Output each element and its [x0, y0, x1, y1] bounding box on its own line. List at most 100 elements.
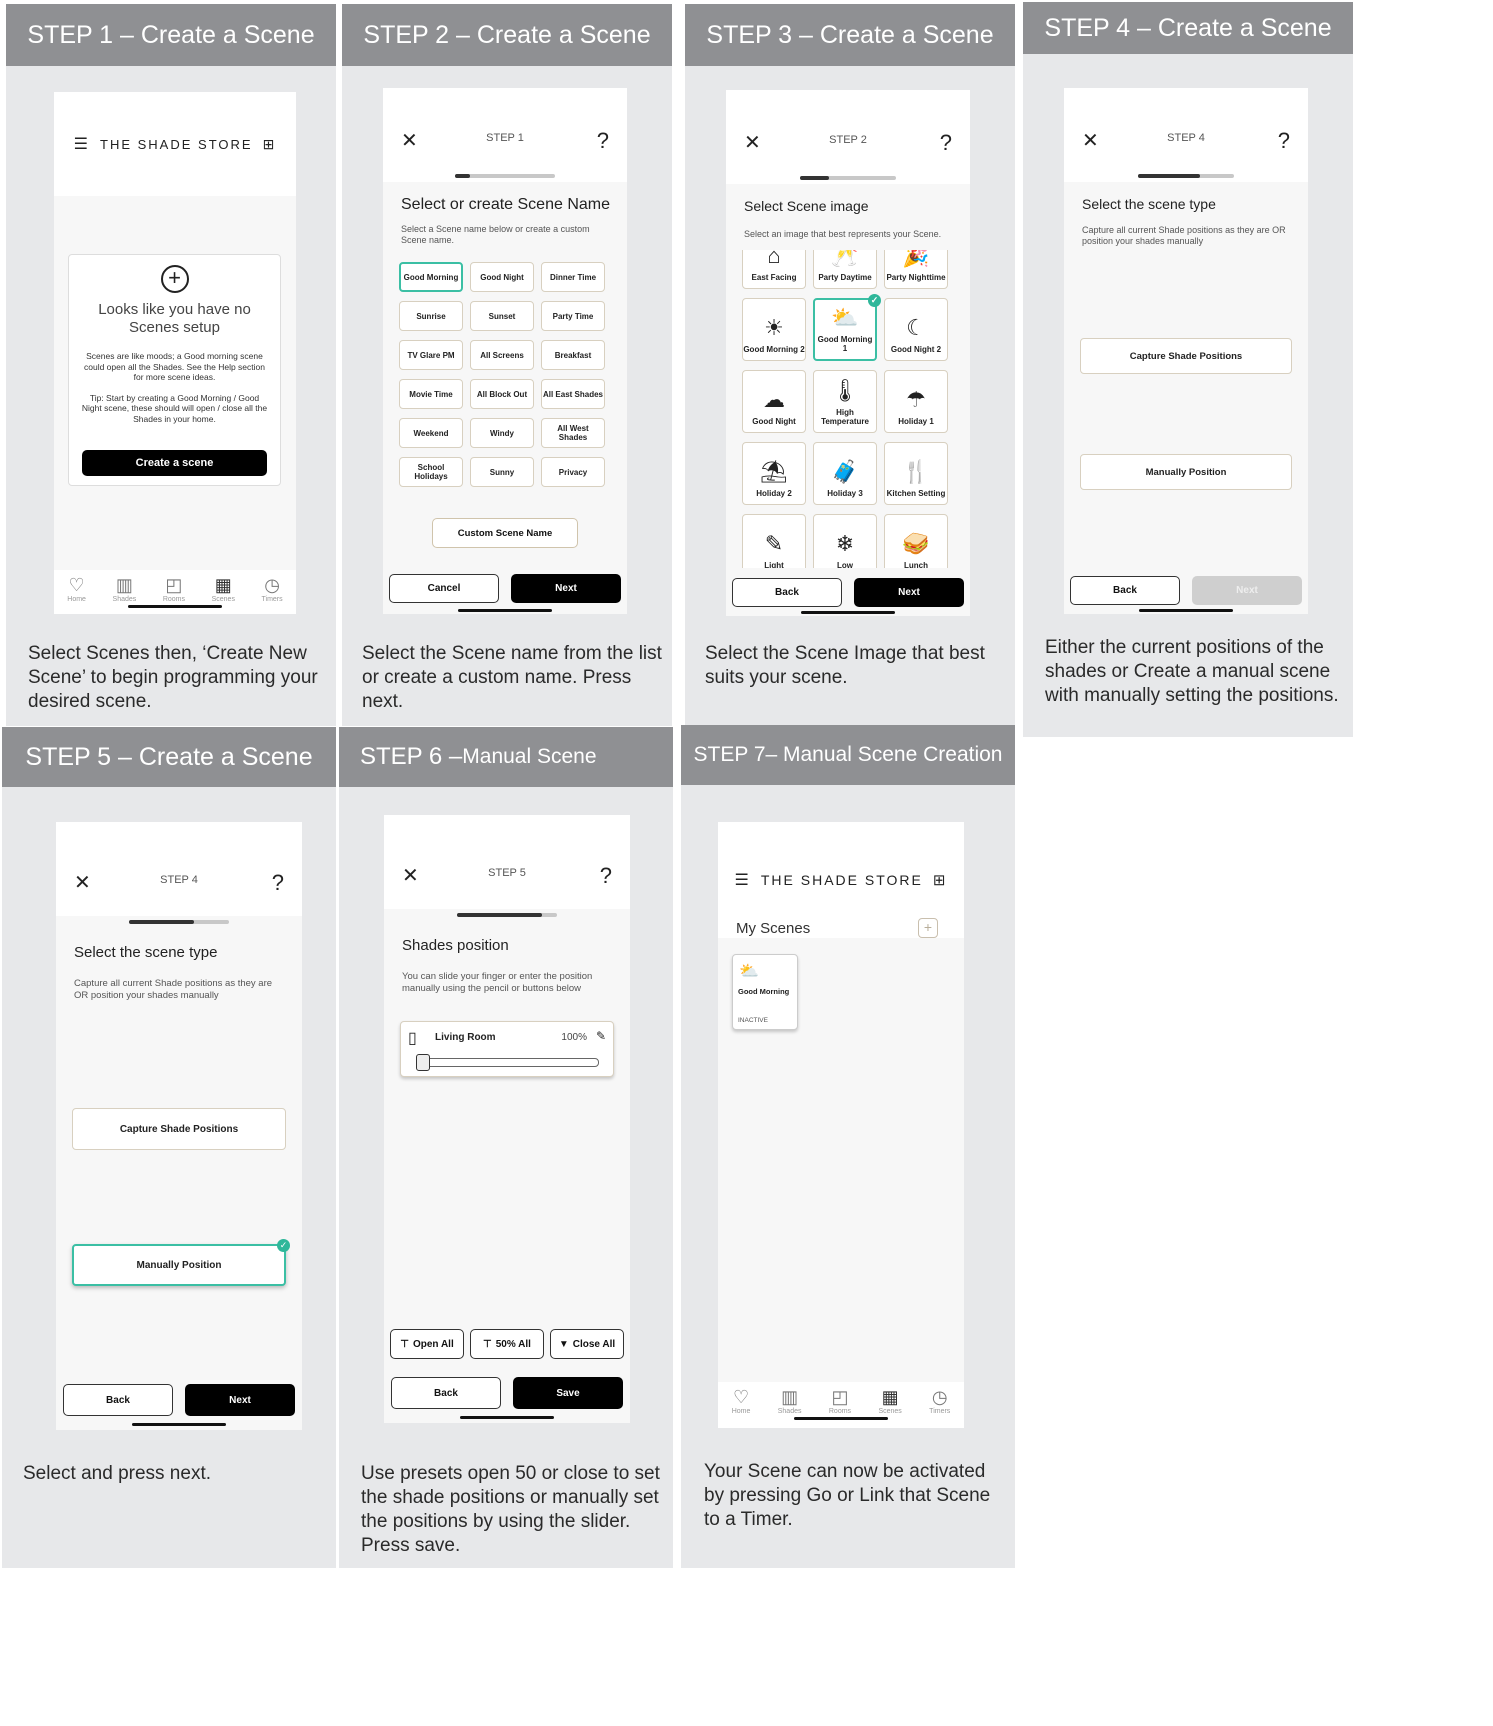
scene-name-option[interactable]: All West Shades	[541, 418, 605, 448]
cloud-moon-icon: ☁	[763, 387, 785, 412]
tab-home[interactable]: ♡ Home	[732, 1388, 751, 1415]
capture-shade-positions-button[interactable]: Capture Shade Positions	[72, 1108, 286, 1150]
tab-label: Timers	[261, 596, 283, 603]
back-button[interactable]: Back	[732, 578, 842, 607]
page-title: Select the scene type	[74, 944, 218, 961]
capture-shade-positions-button[interactable]: Capture Shade Positions	[1080, 338, 1292, 374]
next-button[interactable]: Next	[511, 574, 621, 603]
help-icon[interactable]: ?	[1278, 128, 1290, 154]
position-slider[interactable]	[416, 1054, 599, 1071]
grid-icon[interactable]: ⊞	[263, 136, 277, 153]
back-button[interactable]: Back	[391, 1377, 501, 1409]
shade-icon: ▥	[781, 1387, 799, 1407]
tab-scenes[interactable]: ▦ Scenes	[212, 576, 235, 603]
add-scene-icon[interactable]: +	[918, 918, 938, 938]
menu-icon[interactable]: ☰	[74, 134, 90, 154]
bottom-tab-bar: ♡ Home ▥ Shades ◰ Rooms ▦ Scenes ◷ Timers	[718, 1382, 964, 1428]
next-button[interactable]: Next	[185, 1384, 295, 1416]
custom-scene-name-button[interactable]: Custom Scene Name	[432, 518, 578, 548]
scene-image-option[interactable]: 🍴 Kitchen Setting	[884, 442, 948, 505]
page-title: Select the scene type	[1082, 196, 1216, 212]
scene-image-option[interactable]: 🌡 High Temperature	[813, 370, 877, 433]
scene-image-option[interactable]: 🥪 Lunch	[884, 514, 948, 568]
progress-bar	[457, 913, 557, 917]
tab-shades[interactable]: ▥ Shades	[778, 1388, 802, 1415]
scene-name-option[interactable]: All East Shades	[541, 379, 605, 409]
back-button[interactable]: Back	[1070, 576, 1180, 605]
scene-image-option[interactable]: 🎉 Party Nighttime	[884, 250, 948, 289]
panel-header: STEP 3 – Create a Scene	[685, 4, 1015, 66]
scene-image-option[interactable]: ❄ Low	[813, 514, 877, 568]
create-scene-button[interactable]: Create a scene	[82, 450, 267, 476]
scene-name-option[interactable]: Party Time	[541, 301, 605, 331]
help-icon[interactable]: ?	[600, 863, 612, 889]
save-button[interactable]: Save	[513, 1377, 623, 1409]
scene-image-option[interactable]: ☂ Holiday 1	[884, 370, 948, 433]
scene-image-label: Good Night 2	[890, 345, 942, 354]
scene-image-option[interactable]: ☁ Good Night	[742, 370, 806, 433]
scene-name-grid: Good Morning Good Night Dinner Time Sunrise…	[399, 262, 605, 487]
scene-name-option[interactable]: Weekend	[399, 418, 463, 448]
slider-thumb[interactable]	[416, 1054, 430, 1071]
page-title: Shades position	[402, 937, 509, 954]
scene-image-label: Lunch	[904, 561, 928, 568]
help-icon[interactable]: ?	[597, 128, 609, 154]
tab-rooms[interactable]: ◰ Rooms	[163, 576, 185, 603]
tab-rooms[interactable]: ◰ Rooms	[829, 1388, 851, 1415]
scene-name-option[interactable]: All Block Out	[470, 379, 534, 409]
scene-name-option[interactable]: Privacy	[541, 457, 605, 487]
scene-name-option[interactable]: Windy	[470, 418, 534, 448]
cancel-button[interactable]: Cancel	[389, 574, 499, 603]
tab-shades[interactable]: ▥ Shades	[113, 576, 137, 603]
cloud-sun-icon: ⛅	[739, 963, 759, 980]
phone-screen: ☰ THE SHADE STORE ⊞ My Scenes + ⛅ Good M…	[718, 822, 964, 1428]
scene-image-option[interactable]: ☾ Good Night 2	[884, 298, 948, 361]
tab-home[interactable]: ♡ Home	[67, 576, 86, 603]
half-all-button[interactable]: ⊤ 50% All	[470, 1329, 544, 1359]
scene-card[interactable]: ⛅ Good Morning INACTIVE	[732, 954, 798, 1030]
scene-name-option[interactable]: Sunset	[470, 301, 534, 331]
scene-image-label: Kitchen Setting	[886, 489, 946, 498]
menu-icon[interactable]: ☰	[735, 870, 751, 890]
open-all-button[interactable]: ⊤ Open All	[390, 1329, 464, 1359]
scene-name-option[interactable]: Sunny	[470, 457, 534, 487]
scene-image-option[interactable]: 🥂 Party Daytime	[813, 250, 877, 289]
phone-screen: ✕ STEP 4 ? Select the scene type Capture…	[56, 822, 302, 1430]
scene-image-option[interactable]: ⛱ Holiday 2	[742, 442, 806, 505]
scene-image-option[interactable]: ⌂ East Facing	[742, 250, 806, 289]
panel-header: STEP 5 – Create a Scene	[2, 727, 336, 787]
scene-image-option[interactable]: ⛅ Good Morning 1 ✓	[813, 294, 881, 361]
tab-label: Scenes	[878, 1408, 902, 1415]
scene-name-option[interactable]: Good Night	[470, 262, 534, 292]
moon-icon: ☾	[906, 315, 926, 340]
next-button[interactable]: Next	[1192, 576, 1302, 605]
plus-circle-icon[interactable]: +	[160, 265, 189, 293]
scene-name-option[interactable]: School Holidays	[399, 457, 463, 487]
help-icon[interactable]: ?	[272, 870, 284, 896]
step-indicator: STEP 1	[486, 132, 524, 144]
help-icon[interactable]: ?	[940, 130, 952, 156]
grid-icon[interactable]: ⊞	[933, 871, 948, 889]
scene-image-option[interactable]: 🧳 Holiday 3	[813, 442, 877, 505]
tab-scenes[interactable]: ▦ Scenes	[878, 1388, 901, 1415]
scene-name-option[interactable]: Breakfast	[541, 340, 605, 370]
manually-position-button[interactable]: Manually Position	[1080, 454, 1292, 490]
tab-timers[interactable]: ◷ Timers	[262, 576, 283, 603]
tab-timers[interactable]: ◷ Timers	[929, 1388, 950, 1415]
scene-image-option[interactable]: ✎ Light	[742, 514, 806, 568]
scene-image-option[interactable]: ☀ Good Morning 2	[742, 298, 806, 361]
scene-name-option[interactable]: Good Morning	[399, 262, 463, 292]
scene-image-label: Holiday 2	[756, 489, 792, 498]
scene-name-option[interactable]: All Screens	[470, 340, 534, 370]
scene-name-option[interactable]: Dinner Time	[541, 262, 605, 292]
pencil-icon[interactable]: ✎	[596, 1029, 606, 1043]
thermometer-hot-icon: 🌡	[831, 378, 859, 403]
manually-position-button[interactable]: Manually Position	[72, 1244, 286, 1286]
back-button[interactable]: Back	[63, 1384, 173, 1416]
scene-name-option[interactable]: Movie Time	[399, 379, 463, 409]
page-subtitle: Capture all current Shade positions as t…	[74, 978, 273, 1001]
next-button[interactable]: Next	[854, 578, 964, 607]
scene-name-option[interactable]: TV Glare PM	[399, 340, 463, 370]
scene-name-option[interactable]: Sunrise	[399, 301, 463, 331]
close-all-button[interactable]: ▼ Close All	[550, 1329, 624, 1359]
